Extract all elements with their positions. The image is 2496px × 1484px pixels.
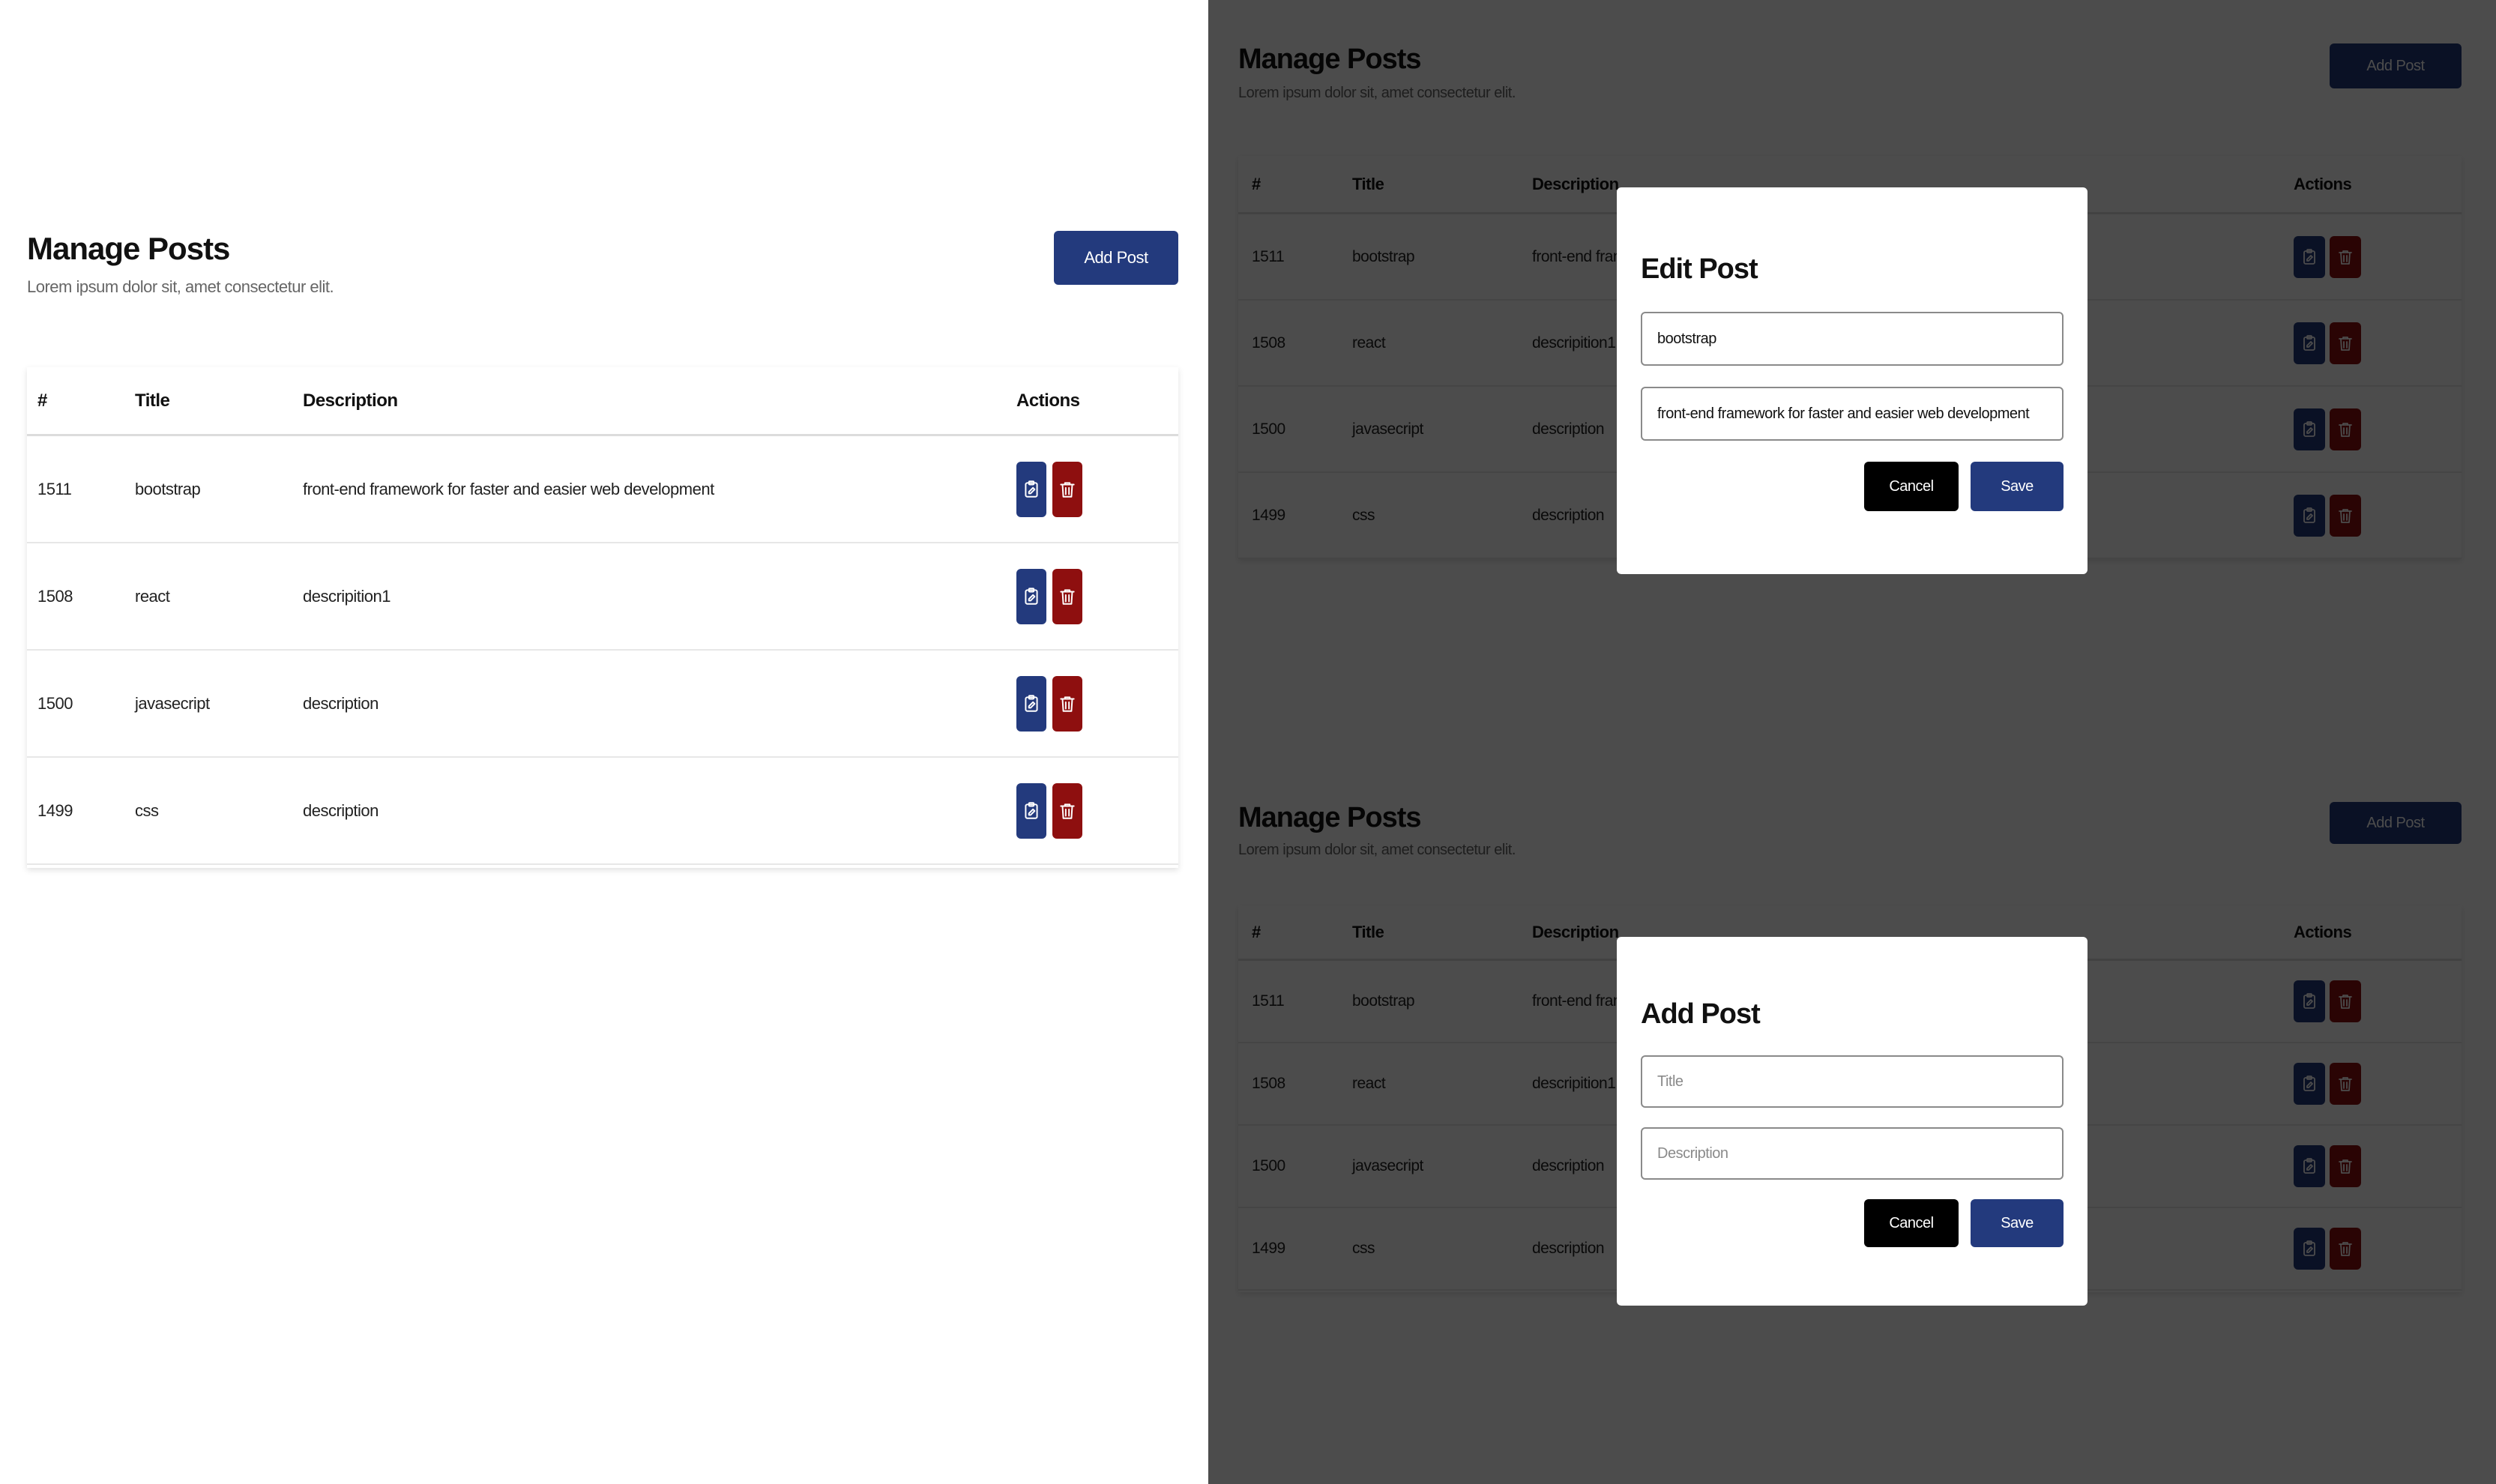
edit-button[interactable] xyxy=(1016,782,1046,839)
modal-title: Add Post xyxy=(1641,998,1761,1030)
clipboard-edit-icon xyxy=(1022,694,1041,714)
row-actions xyxy=(1016,782,1082,839)
clipboard-edit-icon xyxy=(1022,801,1041,821)
edit-post-modal: Edit Post Cancel Save xyxy=(1617,187,2087,574)
clipboard-edit-icon xyxy=(1022,480,1041,499)
edit-button[interactable] xyxy=(1016,568,1046,624)
add-post-button[interactable]: Add Post xyxy=(1054,231,1178,285)
title-input[interactable] xyxy=(1641,312,2064,366)
save-button[interactable]: Save xyxy=(1971,1199,2064,1247)
cell-title: javasecript xyxy=(135,693,210,713)
cell-title: react xyxy=(135,586,170,606)
table-header-row: # Title Description Actions xyxy=(27,367,1178,436)
posts-table: # Title Description Actions 1511 bootstra… xyxy=(27,367,1178,868)
cell-id: 1511 xyxy=(37,479,72,498)
row-actions xyxy=(1016,675,1082,732)
manage-posts-pane: Manage Posts Lorem ipsum dolor sit, amet… xyxy=(0,0,1208,1484)
clipboard-edit-icon xyxy=(1022,587,1041,606)
header-id: # xyxy=(37,390,47,411)
table-row: 1508 react descripition1 xyxy=(27,543,1178,651)
add-post-modal: Add Post Cancel Save xyxy=(1617,937,2087,1306)
header-actions: Actions xyxy=(1016,390,1080,411)
trash-icon xyxy=(1058,801,1077,821)
edit-button[interactable] xyxy=(1016,461,1046,517)
delete-button[interactable] xyxy=(1052,461,1082,517)
delete-button[interactable] xyxy=(1052,675,1082,732)
save-button[interactable]: Save xyxy=(1971,462,2064,511)
delete-button[interactable] xyxy=(1052,568,1082,624)
cell-id: 1499 xyxy=(37,800,73,820)
row-actions xyxy=(1016,461,1082,517)
table-row: 1500 javasecript description xyxy=(27,651,1178,758)
cell-description: description xyxy=(303,800,379,820)
cell-description: description xyxy=(303,693,379,713)
description-input[interactable] xyxy=(1641,387,2064,441)
page-title: Manage Posts xyxy=(27,231,230,266)
trash-icon xyxy=(1058,480,1077,499)
cell-title: bootstrap xyxy=(135,479,201,498)
cancel-button[interactable]: Cancel xyxy=(1864,462,1959,511)
title-input[interactable] xyxy=(1641,1055,2064,1108)
edit-button[interactable] xyxy=(1016,675,1046,732)
page-subtitle: Lorem ipsum dolor sit, amet consectetur … xyxy=(27,277,334,296)
page-header: Manage Posts Lorem ipsum dolor sit, amet… xyxy=(27,231,1178,297)
row-actions xyxy=(1016,568,1082,624)
table-row: 1499 css description xyxy=(27,758,1178,865)
delete-button[interactable] xyxy=(1052,782,1082,839)
header-text: Manage Posts Lorem ipsum dolor sit, amet… xyxy=(27,231,334,297)
cell-id: 1500 xyxy=(37,693,73,713)
header-description: Description xyxy=(303,390,398,411)
cell-description: front-end framework for faster and easie… xyxy=(303,479,714,498)
trash-icon xyxy=(1058,694,1077,714)
modal-title: Edit Post xyxy=(1641,253,1758,285)
cell-description: descripition1 xyxy=(303,586,391,606)
trash-icon xyxy=(1058,587,1077,606)
edit-post-pane: Manage Posts Lorem ipsum dolor sit, amet… xyxy=(1208,0,2496,760)
cancel-button[interactable]: Cancel xyxy=(1864,1199,1959,1247)
table-row: 1511 bootstrap front-end framework for fas… xyxy=(27,436,1178,543)
header-title: Title xyxy=(135,390,170,411)
add-post-pane: Manage Posts Lorem ipsum dolor sit, amet… xyxy=(1208,760,2496,1484)
description-input[interactable] xyxy=(1641,1127,2064,1180)
cell-id: 1508 xyxy=(37,586,73,606)
cell-title: css xyxy=(135,800,159,820)
